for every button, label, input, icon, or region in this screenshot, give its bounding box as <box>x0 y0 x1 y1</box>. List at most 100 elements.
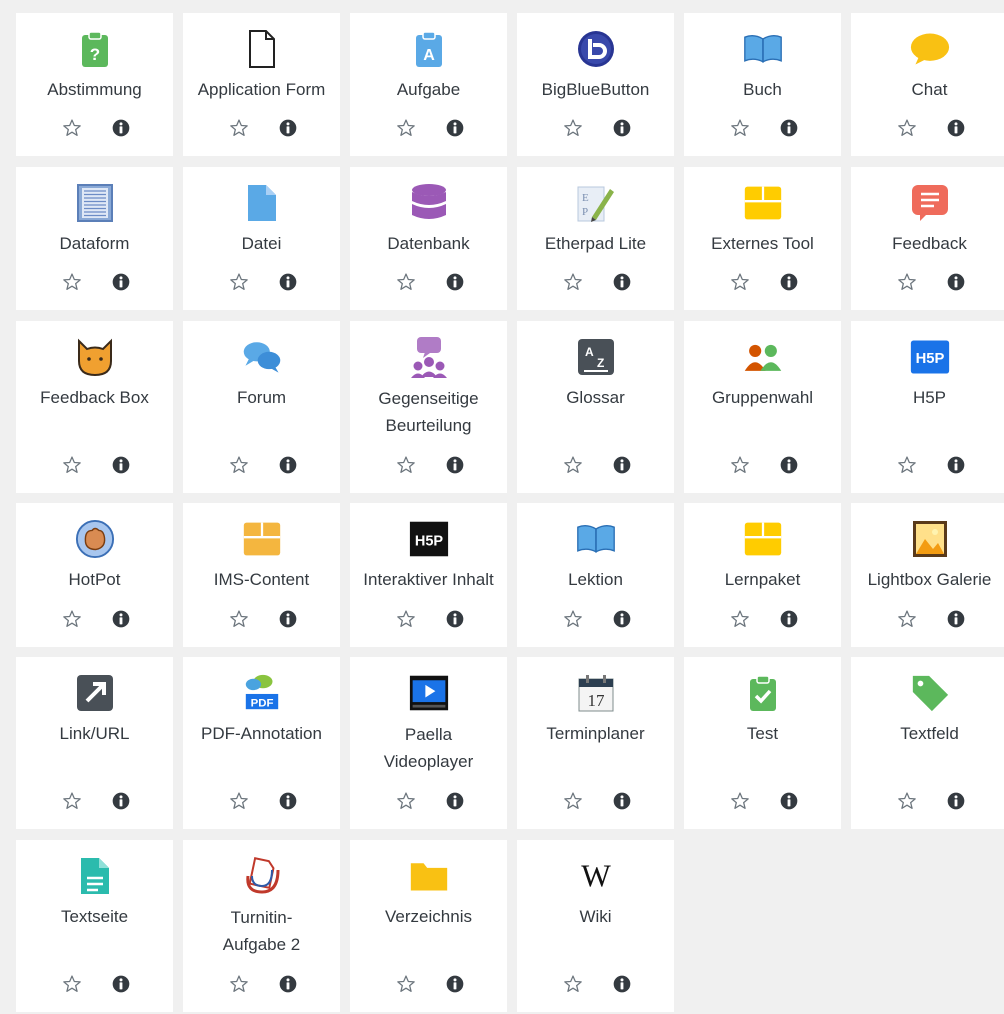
activity-tile[interactable]: Link/URL <box>16 657 173 829</box>
info-circle-icon[interactable] <box>276 972 300 996</box>
info-circle-icon[interactable] <box>109 972 133 996</box>
activity-tile[interactable]: Externes Tool <box>684 167 841 310</box>
star-outline-icon[interactable] <box>561 789 585 813</box>
info-circle-icon[interactable] <box>610 789 634 813</box>
star-outline-icon[interactable] <box>227 270 251 294</box>
info-circle-icon[interactable] <box>944 116 968 140</box>
info-circle-icon[interactable] <box>944 789 968 813</box>
info-circle-icon[interactable] <box>777 607 801 631</box>
activity-tile[interactable]: W Wiki <box>517 840 674 1012</box>
info-circle-icon[interactable] <box>610 972 634 996</box>
info-circle-icon[interactable] <box>109 789 133 813</box>
star-outline-icon[interactable] <box>561 972 585 996</box>
star-outline-icon[interactable] <box>60 116 84 140</box>
star-outline-icon[interactable] <box>895 116 919 140</box>
activity-tile[interactable]: Gegenseitige Beurteilung <box>350 321 507 493</box>
star-outline-icon[interactable] <box>728 270 752 294</box>
activity-tile[interactable]: E P Etherpad Lite <box>517 167 674 310</box>
activity-tile[interactable]: Lightbox Galerie <box>851 503 1004 647</box>
info-circle-icon[interactable] <box>443 972 467 996</box>
info-circle-icon[interactable] <box>610 116 634 140</box>
star-outline-icon[interactable] <box>60 453 84 477</box>
activity-tile[interactable]: H5P H5P <box>851 321 1004 493</box>
star-outline-icon[interactable] <box>561 270 585 294</box>
info-circle-icon[interactable] <box>443 270 467 294</box>
star-outline-icon[interactable] <box>394 453 418 477</box>
info-circle-icon[interactable] <box>109 453 133 477</box>
star-outline-icon[interactable] <box>60 607 84 631</box>
info-circle-icon[interactable] <box>109 116 133 140</box>
info-circle-icon[interactable] <box>276 116 300 140</box>
star-outline-icon[interactable] <box>728 607 752 631</box>
star-outline-icon[interactable] <box>227 972 251 996</box>
activity-tile[interactable]: H5P Interaktiver Inhalt <box>350 503 507 647</box>
activity-tile[interactable]: A Z Glossar <box>517 321 674 493</box>
activity-tile[interactable]: PDF PDF-Annotation <box>183 657 340 829</box>
info-circle-icon[interactable] <box>944 607 968 631</box>
info-circle-icon[interactable] <box>777 116 801 140</box>
info-circle-icon[interactable] <box>276 270 300 294</box>
info-circle-icon[interactable] <box>276 789 300 813</box>
star-outline-icon[interactable] <box>394 607 418 631</box>
activity-tile[interactable]: Chat <box>851 13 1004 156</box>
info-circle-icon[interactable] <box>610 607 634 631</box>
star-outline-icon[interactable] <box>728 116 752 140</box>
activity-tile[interactable]: IMS-Content <box>183 503 340 647</box>
activity-tile[interactable]: 17 Terminplaner <box>517 657 674 829</box>
star-outline-icon[interactable] <box>728 789 752 813</box>
activity-tile[interactable]: Textseite <box>16 840 173 1012</box>
info-circle-icon[interactable] <box>109 270 133 294</box>
star-outline-icon[interactable] <box>728 453 752 477</box>
activity-tile[interactable]: Dataform <box>16 167 173 310</box>
star-outline-icon[interactable] <box>895 453 919 477</box>
activity-tile[interactable]: BigBlueButton <box>517 13 674 156</box>
info-circle-icon[interactable] <box>777 453 801 477</box>
activity-tile[interactable]: Gruppenwahl <box>684 321 841 493</box>
info-circle-icon[interactable] <box>777 270 801 294</box>
activity-tile[interactable]: Turnitin- Aufgabe 2 <box>183 840 340 1012</box>
star-outline-icon[interactable] <box>60 789 84 813</box>
star-outline-icon[interactable] <box>394 116 418 140</box>
star-outline-icon[interactable] <box>394 270 418 294</box>
activity-tile[interactable]: HotPot <box>16 503 173 647</box>
star-outline-icon[interactable] <box>227 607 251 631</box>
activity-tile[interactable]: Buch <box>684 13 841 156</box>
star-outline-icon[interactable] <box>227 116 251 140</box>
activity-tile[interactable]: ? Abstimmung <box>16 13 173 156</box>
info-circle-icon[interactable] <box>944 453 968 477</box>
activity-tile[interactable]: Application Form <box>183 13 340 156</box>
activity-tile[interactable]: Feedback <box>851 167 1004 310</box>
star-outline-icon[interactable] <box>561 116 585 140</box>
star-outline-icon[interactable] <box>895 270 919 294</box>
star-outline-icon[interactable] <box>60 270 84 294</box>
info-circle-icon[interactable] <box>109 607 133 631</box>
info-circle-icon[interactable] <box>443 789 467 813</box>
info-circle-icon[interactable] <box>610 453 634 477</box>
activity-tile[interactable]: Verzeichnis <box>350 840 507 1012</box>
info-circle-icon[interactable] <box>276 453 300 477</box>
activity-tile[interactable]: Test <box>684 657 841 829</box>
info-circle-icon[interactable] <box>610 270 634 294</box>
star-outline-icon[interactable] <box>394 789 418 813</box>
activity-tile[interactable]: A Aufgabe <box>350 13 507 156</box>
activity-tile[interactable]: Lektion <box>517 503 674 647</box>
info-circle-icon[interactable] <box>443 607 467 631</box>
activity-tile[interactable]: Paella Videoplayer <box>350 657 507 829</box>
star-outline-icon[interactable] <box>895 607 919 631</box>
activity-tile[interactable]: Datenbank <box>350 167 507 310</box>
activity-tile[interactable]: Forum <box>183 321 340 493</box>
activity-tile[interactable]: Feedback Box <box>16 321 173 493</box>
activity-tile[interactable]: Textfeld <box>851 657 1004 829</box>
info-circle-icon[interactable] <box>777 789 801 813</box>
star-outline-icon[interactable] <box>394 972 418 996</box>
star-outline-icon[interactable] <box>227 453 251 477</box>
star-outline-icon[interactable] <box>561 453 585 477</box>
activity-tile[interactable]: Datei <box>183 167 340 310</box>
star-outline-icon[interactable] <box>227 789 251 813</box>
star-outline-icon[interactable] <box>60 972 84 996</box>
info-circle-icon[interactable] <box>944 270 968 294</box>
info-circle-icon[interactable] <box>443 453 467 477</box>
star-outline-icon[interactable] <box>561 607 585 631</box>
info-circle-icon[interactable] <box>276 607 300 631</box>
activity-tile[interactable]: Lernpaket <box>684 503 841 647</box>
